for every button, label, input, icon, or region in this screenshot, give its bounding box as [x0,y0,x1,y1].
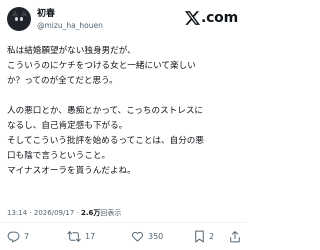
action-bar: 7 17 350 2 [0,227,246,245]
reply-button[interactable]: 7 [7,227,29,245]
x-logo-icon [184,11,200,25]
retweet-icon [67,230,81,242]
cat-avatar[interactable] [7,7,31,31]
avatar-ear-right [21,10,27,16]
retweet-count: 17 [85,231,96,241]
author-display-name[interactable]: 初春 [37,9,55,20]
share-button[interactable] [229,227,241,245]
source-logo: .com [184,9,238,27]
views-count: 2.6万 [80,209,101,217]
tweet-header: 初春 @mizu_ha_houen .com [0,0,246,38]
tweet-line: か？ってのが全てだと思う。 [7,76,118,86]
logo-text: .com [200,10,238,26]
tweet-text: 私は結婚願望がない独身男だが、 こういうのにケチをつける女と一緒にいて楽しい か… [7,44,241,179]
author-handle[interactable]: @mizu_ha_houen [37,21,103,31]
tweet-line: 私は結婚願望がない独身男だが、 [7,46,136,56]
tweet-date[interactable]: 2026/09/17 [34,209,74,217]
tweet-meta: 13:14 · 2026/09/17 · 2.6万回表示 [7,208,121,218]
tweet-time[interactable]: 13:14 [7,209,27,217]
meta-separator: · [76,209,79,217]
avatar-eye-right [20,17,23,21]
meta-separator: · [29,209,32,217]
tweet-line: 人の悪口とか、愚痴とかって、こっちのストレスに [7,106,204,116]
reply-count: 7 [24,231,30,241]
views-label: 回表示 [100,209,122,217]
bookmark-icon [195,230,204,242]
avatar-ear-left [12,10,18,16]
reply-icon [7,231,20,242]
retweet-button[interactable]: 17 [67,227,95,245]
tweet-line: 口も陰で言うということ。 [7,151,111,161]
share-icon [230,230,240,242]
bookmark-button[interactable]: 2 [194,227,214,245]
like-count: 350 [148,231,164,241]
avatar-eye-left [15,17,18,21]
tweet-line: こういうのにケチをつける女と一緒にいて楽しい [7,61,196,71]
tweet-line: なるし、自己肯定感も下がる。 [7,121,128,131]
divider [0,222,246,223]
bookmark-count: 2 [209,231,215,241]
heart-icon [131,231,144,242]
tweet-line: マイナスオーラを貰うんだよね。 [7,166,136,176]
like-button[interactable]: 350 [131,227,163,245]
tweet-line: そしてこういう批評を始めるってことは、自分の悪 [7,136,204,146]
